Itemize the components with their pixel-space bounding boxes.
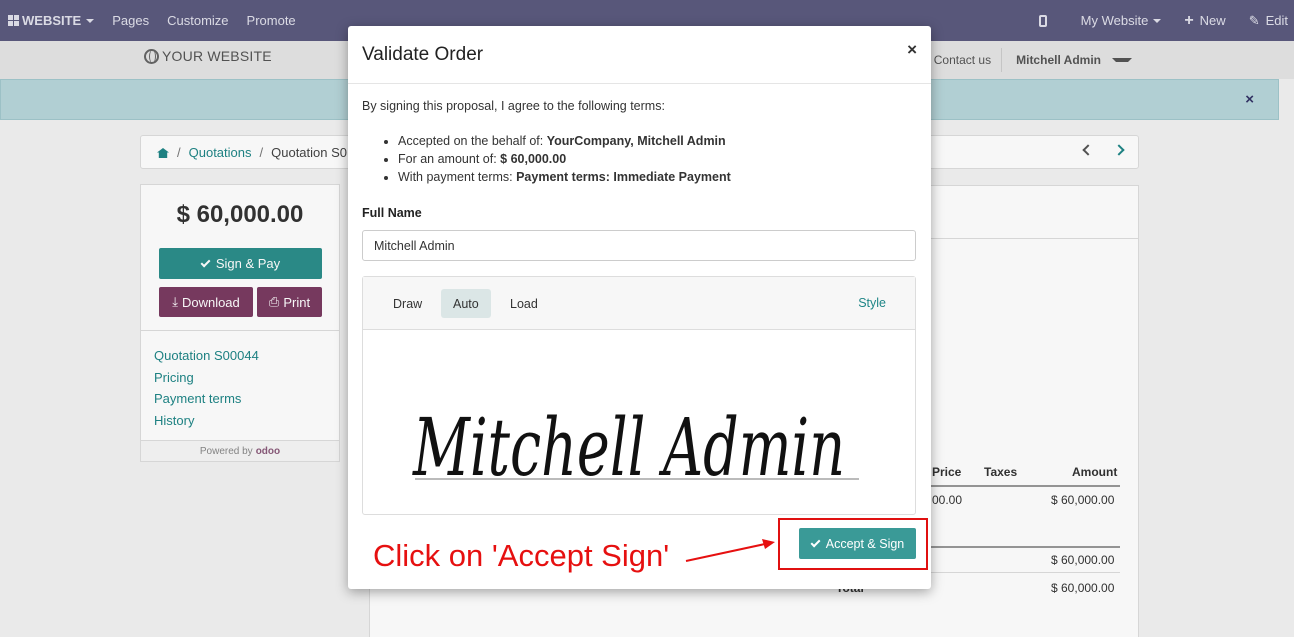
style-link[interactable]: Style (858, 296, 886, 310)
term-company: Accepted on the behalf of: YourCompany, … (398, 132, 731, 150)
modal-close-icon[interactable]: × (907, 40, 917, 60)
signature-text: Mitchell Admin (412, 401, 845, 494)
signature-pad: Draw Auto Load Style Mitchell Admin (362, 276, 916, 515)
term-value: $ 60,000.00 (500, 152, 567, 166)
term-label: With payment terms: (398, 170, 517, 184)
terms-intro: By signing this proposal, I agree to the… (362, 99, 665, 113)
tab-load[interactable]: Load (498, 289, 550, 318)
term-payment: With payment terms: Payment terms: Immed… (398, 168, 731, 186)
term-value: Payment terms: Immediate Payment (516, 170, 731, 184)
full-name-label: Full Name (362, 206, 422, 220)
term-label: Accepted on the behalf of: (398, 134, 547, 148)
signature-mode-tabs: Draw Auto Load Style (363, 277, 915, 330)
full-name-input[interactable] (362, 230, 916, 261)
annotation-highlight-box (778, 518, 928, 570)
term-label: For an amount of: (398, 152, 501, 166)
signature-canvas[interactable]: Mitchell Admin (363, 331, 915, 515)
modal-header-divider (348, 83, 931, 84)
modal-title: Validate Order (362, 44, 484, 65)
terms-list: Accepted on the behalf of: YourCompany, … (398, 132, 731, 186)
validate-order-modal: Validate Order × By signing this proposa… (348, 26, 931, 589)
annotation-text: Click on 'Accept Sign' (373, 538, 670, 573)
term-value: YourCompany, Mitchell Admin (546, 134, 726, 148)
tab-auto[interactable]: Auto (441, 289, 491, 318)
tab-draw[interactable]: Draw (381, 289, 434, 318)
term-amount: For an amount of: $ 60,000.00 (398, 150, 731, 168)
